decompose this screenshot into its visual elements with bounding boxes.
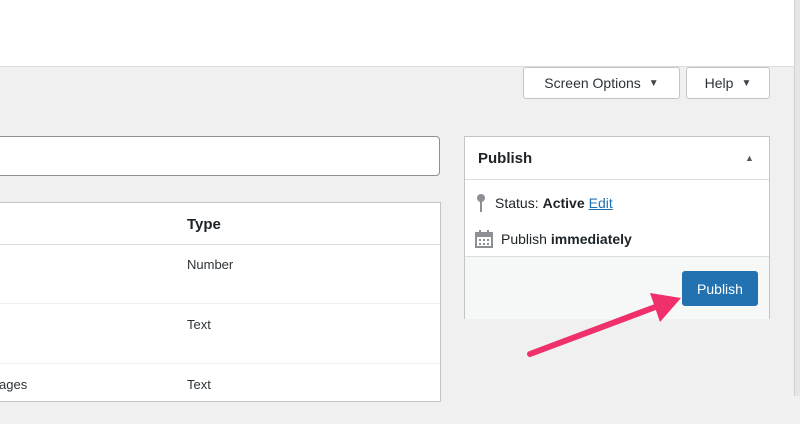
caret-down-icon: ▼ [741, 77, 752, 89]
publish-metabox-title: Publish [478, 150, 533, 167]
publish-metabox: Publish ▲ Status: Active Edit Publish im… [464, 136, 770, 319]
publish-button[interactable]: Publish [682, 271, 758, 306]
pin-icon [477, 194, 485, 212]
publish-metabox-header[interactable]: Publish ▲ [465, 137, 769, 180]
publish-actions: Publish [465, 256, 769, 319]
caret-down-icon: ▼ [648, 77, 659, 89]
collapse-toggle-icon[interactable]: ▲ [745, 153, 754, 163]
help-label: Help [704, 75, 734, 91]
status-row: Status: Active Edit [475, 193, 613, 213]
publish-schedule-row: Publish immediately [475, 230, 632, 248]
status-label: Status: [495, 195, 539, 211]
window-scrollbar[interactable] [794, 0, 800, 396]
publish-when-value: immediately [550, 231, 632, 247]
status-value: Active [542, 195, 585, 211]
screen-options-label: Screen Options [544, 75, 641, 91]
help-button[interactable]: Help ▼ [686, 67, 770, 99]
title-input[interactable] [0, 136, 440, 176]
field-type-cell: Text [187, 377, 211, 392]
field-name-cell: ages [0, 377, 28, 392]
field-type-cell: Number [187, 257, 234, 272]
edit-status-link[interactable]: Edit [589, 195, 613, 211]
table-header: Type [0, 203, 440, 245]
fields-table: Type Number Text ages Text [0, 202, 441, 402]
type-column-header: Type [187, 216, 221, 233]
table-row[interactable]: Number [0, 244, 440, 304]
calendar-icon [475, 230, 493, 248]
field-type-cell: Text [187, 317, 211, 332]
table-row[interactable]: ages Text [0, 363, 440, 424]
screen-options-button[interactable]: Screen Options ▼ [523, 67, 680, 99]
publish-label: Publish [501, 231, 547, 247]
table-row[interactable]: Text [0, 303, 440, 364]
admin-header-area [0, 0, 794, 67]
